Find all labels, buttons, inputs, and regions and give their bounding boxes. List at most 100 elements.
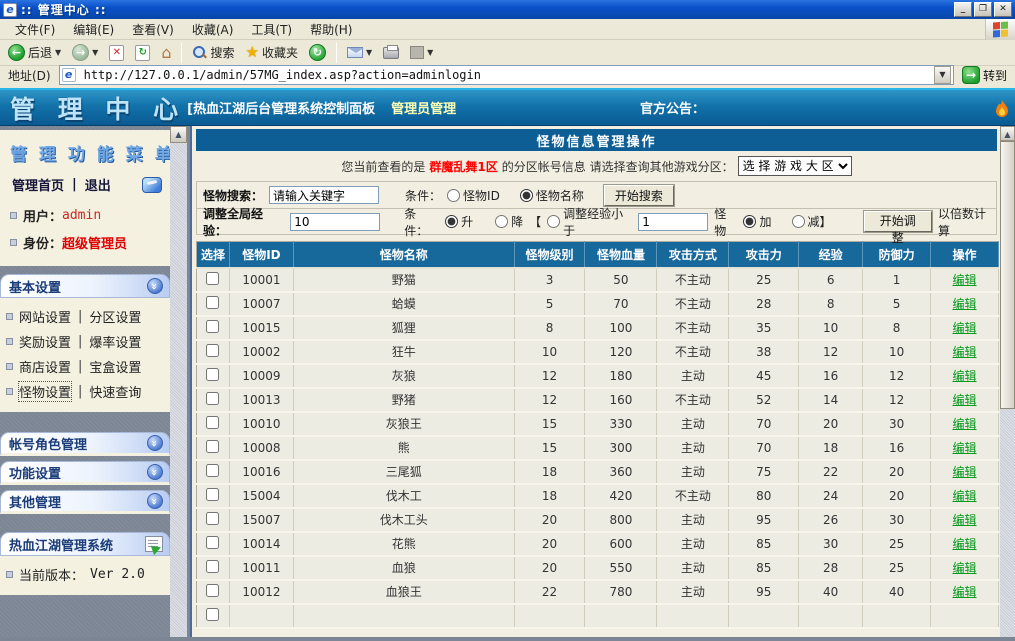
edit-link[interactable]: 编辑 (953, 489, 977, 503)
menu-tools[interactable]: 工具(T) (242, 19, 301, 40)
minimize-button[interactable]: _ (954, 2, 972, 17)
section-function-settings[interactable]: 功能设置 » (0, 461, 170, 485)
row-checkbox[interactable] (206, 464, 219, 477)
address-dropdown-icon[interactable]: ▼ (934, 66, 951, 84)
scrollbar-thumb[interactable] (1000, 141, 1015, 409)
row-checkbox[interactable] (206, 488, 219, 501)
edit-link[interactable]: 编辑 (953, 393, 977, 407)
edit-link[interactable]: 编辑 (953, 585, 977, 599)
edit-button[interactable]: ▼ (406, 45, 437, 60)
scroll-up-icon[interactable]: ▲ (170, 126, 187, 143)
radio-exp-less-input[interactable] (547, 215, 560, 228)
edit-link[interactable]: 编辑 (953, 321, 977, 335)
edit-link[interactable]: 编辑 (953, 537, 977, 551)
row-checkbox[interactable] (206, 584, 219, 597)
close-button[interactable]: ✕ (994, 2, 1012, 17)
sidebar-link-quick-query[interactable]: 快速查询 (89, 382, 141, 401)
keyword-input[interactable] (269, 186, 379, 204)
sidebar-link-shop-settings[interactable]: 商店设置 (19, 357, 71, 376)
history-button[interactable]: ↻ (305, 43, 330, 62)
address-url[interactable]: http://127.0.0.1/admin/57MG_index.asp?ac… (84, 68, 930, 82)
menu-edit[interactable]: 编辑(E) (64, 19, 123, 40)
row-checkbox[interactable] (206, 272, 219, 285)
chevron-down-icon[interactable]: » (147, 464, 163, 480)
back-button[interactable]: ← 后退 ▼ (4, 43, 65, 62)
sidebar-link-site-settings[interactable]: 网站设置 (19, 307, 71, 326)
stop-button[interactable]: ✕ (105, 44, 128, 62)
main-scrollbar[interactable]: ▲ (1000, 126, 1015, 637)
edit-link[interactable]: 编辑 (953, 297, 977, 311)
section-account-role[interactable]: 帐号角色管理 » (0, 432, 170, 456)
row-checkbox[interactable] (206, 608, 219, 621)
sidebar-link-box-settings[interactable]: 宝盒设置 (89, 357, 141, 376)
row-checkbox[interactable] (206, 392, 219, 405)
row-checkbox[interactable] (206, 440, 219, 453)
edit-dropdown-icon[interactable]: ▼ (427, 48, 433, 57)
edit-link[interactable]: 编辑 (953, 441, 977, 455)
exp-multiplier-input[interactable] (290, 213, 380, 231)
edit-link[interactable]: 编辑 (953, 273, 977, 287)
radio-monster-id-input[interactable] (447, 189, 460, 202)
menu-help[interactable]: 帮助(H) (301, 19, 361, 40)
print-button[interactable] (379, 46, 403, 60)
edit-link[interactable]: 编辑 (953, 417, 977, 431)
start-adjust-button[interactable]: 开始调整 (864, 211, 932, 232)
row-checkbox[interactable] (206, 416, 219, 429)
edit-link[interactable]: 编辑 (953, 465, 977, 479)
radio-exp-less[interactable]: 调整经验小于 (547, 205, 632, 239)
row-checkbox[interactable] (206, 368, 219, 381)
radio-down-input[interactable] (495, 215, 508, 228)
sidebar-link-monster-settings[interactable]: 怪物设置 (19, 382, 71, 401)
radio-monster-id[interactable]: 怪物ID (447, 187, 500, 204)
mail-button[interactable]: ▼ (343, 46, 376, 59)
edit-link[interactable]: 编辑 (953, 561, 977, 575)
chevron-down-icon[interactable]: » (147, 278, 163, 294)
go-button[interactable]: → 转到 (958, 66, 1011, 84)
row-checkbox[interactable] (206, 512, 219, 525)
section-basic-settings[interactable]: 基本设置 » (0, 274, 170, 298)
radio-monster-name-input[interactable] (520, 189, 533, 202)
edit-link[interactable]: 编辑 (953, 345, 977, 359)
radio-sub[interactable]: 减】 (792, 213, 832, 230)
search-button[interactable]: 搜索 (188, 43, 238, 62)
logout-link[interactable]: 退出 (85, 175, 111, 194)
forward-button[interactable]: → ▼ (68, 43, 102, 62)
radio-monster-name[interactable]: 怪物名称 (520, 187, 584, 204)
zone-select[interactable]: 选 择 游 戏 大 区 (738, 156, 852, 176)
row-checkbox[interactable] (206, 560, 219, 573)
row-checkbox[interactable] (206, 344, 219, 357)
radio-add-input[interactable] (743, 215, 756, 228)
menu-view[interactable]: 查看(V) (123, 19, 183, 40)
radio-down[interactable]: 降 (495, 213, 523, 230)
radio-add[interactable]: 加 (743, 213, 771, 230)
sidebar-link-reward-settings[interactable]: 奖励设置 (19, 332, 71, 351)
home-button[interactable]: ⌂ (157, 44, 175, 62)
exp-threshold-input[interactable] (638, 213, 708, 231)
chevron-down-icon[interactable]: » (147, 435, 163, 451)
radio-sub-input[interactable] (792, 215, 805, 228)
row-checkbox[interactable] (206, 536, 219, 549)
forward-dropdown-icon[interactable]: ▼ (92, 48, 98, 57)
mail-dropdown-icon[interactable]: ▼ (366, 48, 372, 57)
sidebar-link-zone-settings[interactable]: 分区设置 (89, 307, 141, 326)
chevron-down-icon[interactable]: » (147, 493, 163, 509)
edit-link[interactable]: 编辑 (953, 369, 977, 383)
sidebar-link-droprate-settings[interactable]: 爆率设置 (89, 332, 141, 351)
section-other-management[interactable]: 其他管理 » (0, 490, 170, 514)
admin-home-link[interactable]: 管理首页 (12, 175, 64, 194)
edit-link[interactable]: 编辑 (953, 513, 977, 527)
favorites-button[interactable]: ★ 收藏夹 (242, 43, 302, 62)
start-search-button[interactable]: 开始搜索 (604, 185, 674, 206)
restore-button[interactable]: ❐ (974, 2, 992, 17)
sidebar-scrollbar[interactable]: ▲ (170, 126, 187, 637)
back-dropdown-icon[interactable]: ▼ (55, 48, 61, 57)
radio-up-input[interactable] (445, 215, 458, 228)
radio-up[interactable]: 升 (445, 213, 473, 230)
section-system-info[interactable]: 热血江湖管理系统 (0, 532, 170, 556)
menu-file[interactable]: 文件(F) (6, 19, 64, 40)
row-checkbox[interactable] (206, 296, 219, 309)
menu-favorites[interactable]: 收藏(A) (183, 19, 243, 40)
refresh-button[interactable]: ↻ (131, 44, 154, 62)
address-input[interactable]: e http://127.0.0.1/admin/57MG_index.asp?… (59, 65, 954, 85)
scroll-up-icon[interactable]: ▲ (1000, 126, 1015, 141)
